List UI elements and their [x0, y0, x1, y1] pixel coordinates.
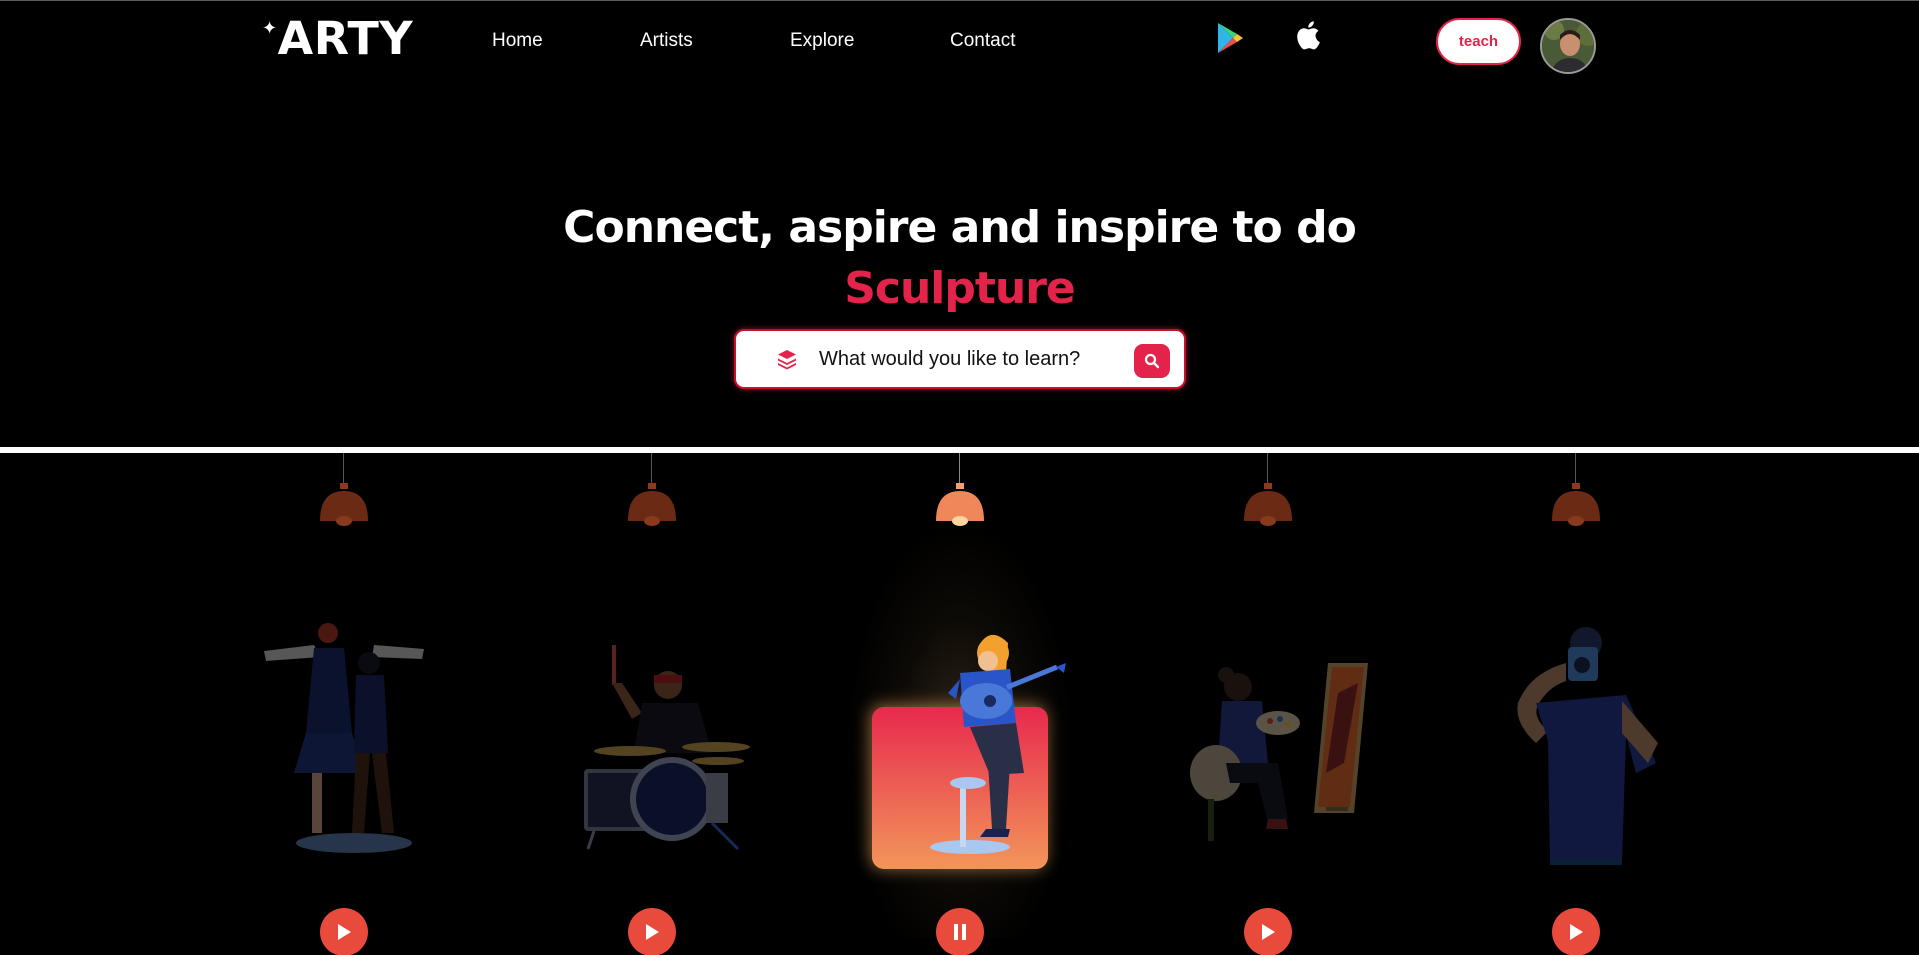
nav-artists-link[interactable]: Artists	[640, 30, 693, 52]
play-button[interactable]	[1244, 908, 1292, 955]
painter-illustration	[1190, 663, 1368, 841]
lamp-cord	[651, 453, 652, 485]
hero-highlight-word: Sculpture	[844, 263, 1076, 314]
stage-item-guitarist[interactable]	[810, 453, 1110, 955]
lamp-cord	[959, 453, 960, 485]
arty-logo[interactable]: ✦ ARTY	[262, 12, 414, 65]
drummer-illustration	[584, 645, 750, 851]
stage-item-painter[interactable]	[1118, 453, 1418, 955]
play-button[interactable]	[628, 908, 676, 955]
pause-button[interactable]	[936, 908, 984, 955]
nav-home-link[interactable]: Home	[492, 30, 543, 52]
lamp-icon	[320, 483, 368, 526]
search-bar[interactable]: What would you like to learn?	[734, 329, 1186, 389]
lamp-icon	[628, 483, 676, 526]
lamp-cord	[1575, 453, 1576, 485]
play-button[interactable]	[320, 908, 368, 955]
search-button[interactable]	[1134, 344, 1170, 378]
user-avatar[interactable]	[1540, 18, 1596, 74]
stage-item-dancers[interactable]	[194, 453, 494, 955]
lamp-cord	[1267, 453, 1268, 485]
apple-icon[interactable]	[1296, 20, 1320, 50]
search-icon	[1144, 353, 1160, 369]
logo-text: ARTY	[277, 12, 414, 65]
lamp-icon	[1552, 483, 1600, 526]
lamp-icon	[1244, 483, 1292, 526]
stage-item-drummer[interactable]	[502, 453, 802, 955]
lamp-cord	[343, 453, 344, 485]
play-icon	[646, 924, 659, 940]
play-icon	[338, 924, 351, 940]
lamp-icon	[936, 483, 984, 526]
nav-contact-link[interactable]: Contact	[950, 30, 1015, 52]
play-icon	[1570, 924, 1583, 940]
search-input[interactable]: What would you like to learn?	[819, 348, 1080, 371]
play-icon	[1262, 924, 1275, 940]
hero-headline: Connect, aspire and inspire to do	[563, 202, 1357, 253]
top-border	[0, 0, 1919, 1]
sparkle-icon: ✦	[262, 18, 278, 39]
pause-icon	[954, 924, 966, 940]
dancers-illustration	[264, 623, 424, 853]
layers-icon	[776, 348, 798, 370]
stage-item-photographer[interactable]	[1426, 453, 1726, 955]
guitarist-illustration	[870, 634, 1066, 869]
photographer-illustration	[1517, 627, 1658, 865]
teach-button[interactable]: teach	[1436, 18, 1521, 65]
google-play-icon[interactable]	[1216, 22, 1244, 54]
play-button[interactable]	[1552, 908, 1600, 955]
nav-explore-link[interactable]: Explore	[790, 30, 854, 52]
